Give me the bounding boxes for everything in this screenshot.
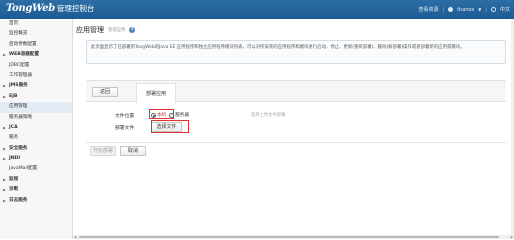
expand-triangle-icon: ▶ [3, 84, 6, 89]
sidebar-item-label: JavaMail配置 [9, 166, 38, 172]
scroll-left-icon[interactable]: ◀ [74, 235, 76, 239]
info-icon[interactable]: i [129, 27, 136, 33]
sidebar-group-ejb[interactable]: ▶ EJB [0, 92, 72, 102]
return-button[interactable]: 返回 [92, 87, 118, 97]
sidebar-item-home[interactable]: 首页 [0, 19, 72, 29]
sidebar-group-monitoring[interactable]: ▶ 监视 [0, 175, 72, 185]
header-links: 查看资源 | thanos ▼ | 中文 [418, 6, 510, 14]
sidebar-item-label: 应用管理 [9, 104, 28, 110]
view-resources-link[interactable]: 查看资源 [418, 6, 438, 13]
expand-triangle-icon: ▶ [3, 177, 6, 182]
sidebar-item-label: JDBC配置 [9, 62, 30, 68]
sidebar-item-label: JMS服务 [9, 83, 28, 89]
sidebar-item-label: 诊断 [9, 187, 19, 193]
scrollbar-thumb[interactable] [79, 236, 499, 238]
action-bar: 开始部署 取消 [86, 142, 506, 156]
sidebar-group-jca[interactable]: ▶ JCA [0, 123, 72, 133]
globe-icon [490, 7, 496, 12]
sidebar-item-label: 服务器策略 [9, 114, 32, 120]
file-location-label: 文件位置 [115, 113, 135, 119]
sidebar-item-label: 启动参数配置 [9, 41, 37, 47]
sidebar-item-label: 安全服务 [9, 145, 28, 151]
upload-hint: 选择上传文件部署 [251, 113, 286, 118]
sidebar-item-label: 日志服务 [9, 197, 28, 203]
sidebar-item-startup-params[interactable]: 启动参数配置 [0, 40, 72, 50]
sidebar-item-label: 工作管理器 [9, 72, 32, 78]
cancel-button[interactable]: 取消 [120, 146, 146, 156]
expand-triangle-icon: ▶ [3, 198, 6, 203]
sidebar-item-javamail[interactable]: JavaMail配置 [0, 164, 72, 174]
separator: | [442, 6, 445, 13]
highlight-box-local [149, 109, 174, 119]
sidebar-item-label: EJB [9, 93, 18, 99]
logo-brand: TongWeb [6, 3, 55, 14]
horizontal-scrollbar[interactable]: ◀ ▶ [73, 235, 514, 239]
highlight-box-choose-file [151, 120, 189, 133]
logo: TongWeb 管理控制台 [6, 3, 94, 16]
expand-triangle-icon: ▶ [3, 125, 6, 130]
chevron-down-icon[interactable]: ▼ [478, 7, 481, 12]
page-header: 应用管理 管理应用 i [76, 22, 136, 38]
sidebar: 首页 监控概览 启动参数配置 ▶ WEB容器配置 JDBC配置 工作管理器 ▶ JM… [0, 19, 73, 239]
sidebar-group-jms[interactable]: ▶ JMS服务 [0, 81, 72, 91]
expand-triangle-icon: ▶ [3, 188, 6, 193]
sidebar-item-app-management[interactable]: 应用管理 [0, 102, 72, 113]
start-deploy-button[interactable]: 开始部署 [90, 146, 116, 156]
sidebar-item-label: JNDI [9, 156, 21, 162]
sidebar-item-label: 服务 [9, 135, 19, 141]
sidebar-group-jndi[interactable]: ▶ JNDI [0, 154, 72, 164]
username-menu[interactable]: thanos [457, 7, 474, 13]
expand-triangle-icon: ▶ [3, 157, 6, 162]
tab-deploy-app[interactable]: 部署应用 [136, 83, 176, 103]
deploy-file-label: 部署文件 [115, 125, 135, 131]
sidebar-item-label: WEB容器配置 [9, 52, 40, 58]
sidebar-item-label: 监视 [9, 176, 19, 182]
sidebar-group-security[interactable]: ▶ 安全服务 [0, 144, 72, 154]
language-menu[interactable]: 中文 [500, 6, 510, 13]
sidebar-item-label: 监控概览 [9, 31, 28, 37]
breadcrumb: 管理应用 [108, 28, 126, 33]
expand-triangle-icon: ▶ [3, 146, 6, 151]
app-title: 管理控制台 [56, 4, 95, 13]
top-bar: TongWeb 管理控制台 查看资源 | thanos ▼ | 中文 [0, 0, 514, 19]
sidebar-item-jdbc[interactable]: JDBC配置 [0, 61, 72, 71]
expand-triangle-icon: ▶ [3, 53, 6, 58]
description-box: 此页面显示了已部署到TongWeb的Java EE 应用程序和独立应用程序模块列… [86, 40, 506, 64]
scroll-right-icon[interactable]: ▶ [511, 235, 513, 239]
page-title: 应用管理 [76, 26, 104, 34]
radio-server-label: 服务器 [175, 113, 189, 118]
sidebar-item-services[interactable]: 服务 [0, 133, 72, 143]
sidebar-item-label: 首页 [9, 21, 19, 26]
toolbar: 返回 部署应用 [86, 80, 506, 103]
separator: | [485, 6, 487, 13]
sidebar-item-work-manager[interactable]: 工作管理器 [0, 71, 72, 81]
sidebar-item-monitor-overview[interactable]: 监控概览 [0, 29, 72, 39]
description-text: 此页面显示了已部署到TongWeb的Java EE 应用程序和独立应用程序模块列… [91, 45, 465, 50]
main-content: 应用管理 管理应用 i 此页面显示了已部署到TongWeb的Java EE 应用… [76, 22, 508, 234]
sidebar-group-log-service[interactable]: ▶ 日志服务 [0, 196, 72, 206]
sidebar-group-diagnostics[interactable]: ▶ 诊断 [0, 185, 72, 195]
sidebar-group-web-container[interactable]: ▶ WEB容器配置 [0, 50, 72, 60]
sidebar-item-server-policy[interactable]: 服务器策略 [0, 113, 72, 123]
user-icon [448, 7, 454, 12]
sidebar-item-label: JCA [9, 124, 18, 130]
expand-triangle-icon: ▶ [3, 94, 6, 99]
